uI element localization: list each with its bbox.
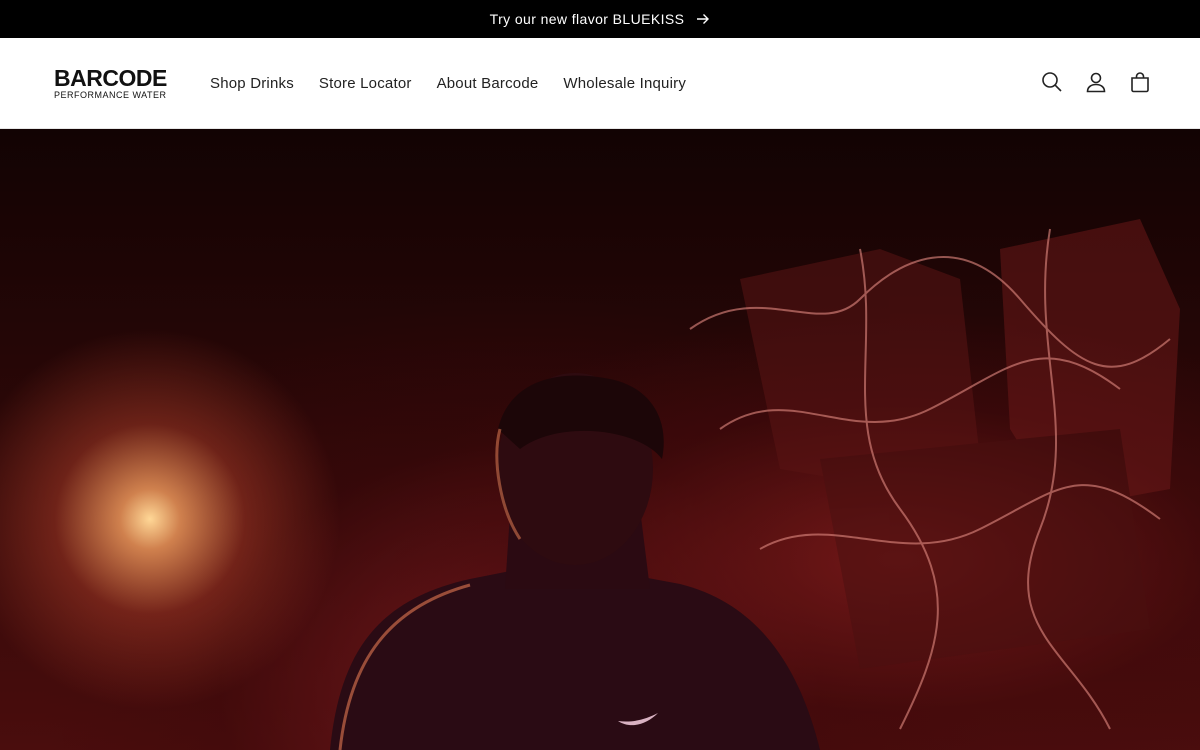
hero-image <box>330 219 1180 750</box>
barcode-logo[interactable]: BARCODE PERFORMANCE WATER <box>54 67 167 101</box>
site-header: BARCODE PERFORMANCE WATER Shop Drinks St… <box>0 38 1200 129</box>
cart-icon[interactable] <box>1128 69 1152 95</box>
account-icon[interactable] <box>1084 69 1108 95</box>
search-icon[interactable] <box>1040 69 1064 95</box>
logo-tagline: PERFORMANCE WATER <box>54 90 167 100</box>
nav-about-barcode[interactable]: About Barcode <box>437 75 539 92</box>
arrow-right-icon[interactable] <box>696 13 710 25</box>
announcement-text[interactable]: Try our new flavor BLUEKISS <box>490 11 685 27</box>
nav-wholesale-inquiry[interactable]: Wholesale Inquiry <box>563 75 686 92</box>
announcement-bar[interactable]: Try our new flavor BLUEKISS <box>0 0 1200 38</box>
nav-store-locator[interactable]: Store Locator <box>319 75 412 92</box>
nav-shop-drinks[interactable]: Shop Drinks <box>210 75 294 92</box>
main-nav: Shop Drinks Store Locator About Barcode … <box>210 38 711 129</box>
logo-name: BARCODE <box>54 65 167 91</box>
hero-video[interactable] <box>0 129 1200 750</box>
header-icons <box>1020 69 1152 95</box>
